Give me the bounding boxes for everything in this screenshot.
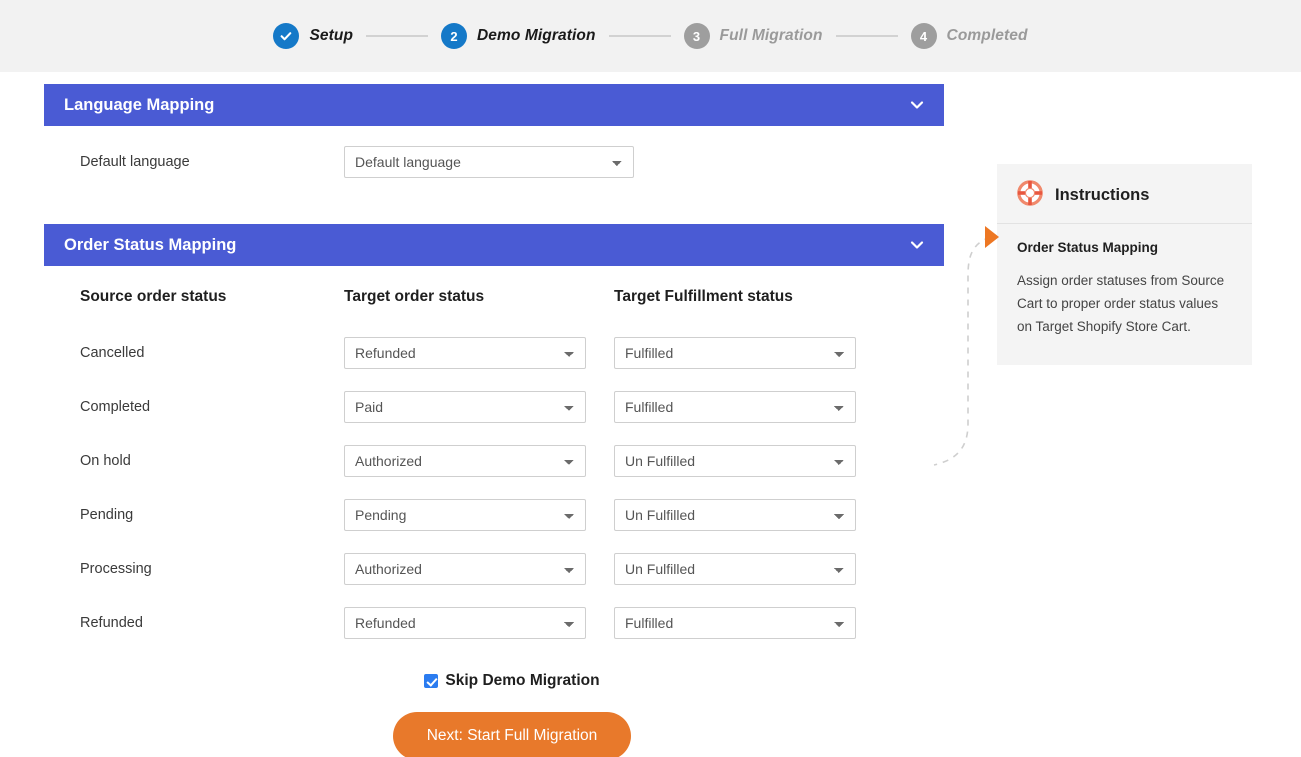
step-label-demo-migration: Demo Migration [477, 27, 596, 44]
default-language-select[interactable]: Default language [344, 146, 634, 178]
migration-page: Language Mapping Default language Defaul… [0, 72, 1301, 757]
target-order-status-select[interactable]: Authorized [344, 553, 586, 585]
step-marker-completed: 4 [910, 23, 937, 49]
target-order-status-select[interactable]: Pending [344, 499, 586, 531]
order-status-mapping-title: Order Status Mapping [64, 235, 237, 254]
target-order-status-select[interactable]: Authorized [344, 445, 586, 477]
target-order-status-select[interactable]: Refunded [344, 607, 586, 639]
target-fulfillment-status-select[interactable]: Fulfilled [614, 607, 856, 639]
target-fulfillment-status-select[interactable]: Fulfilled [614, 391, 856, 423]
language-mapping-title: Language Mapping [64, 95, 215, 114]
stepper-step-setup[interactable]: Setup [273, 23, 353, 49]
table-row: On hold Authorized Un Fulfilled [44, 434, 944, 488]
arrow-right-icon [985, 226, 999, 248]
step-marker-full-migration: 3 [683, 23, 710, 49]
step-label-completed: Completed [946, 27, 1028, 44]
step-connector-2 [608, 35, 671, 37]
order-status-mapping-header[interactable]: Order Status Mapping [44, 224, 944, 266]
language-mapping-header[interactable]: Language Mapping [44, 84, 944, 126]
source-status-label: Completed [80, 399, 151, 415]
step-connector-3 [835, 35, 898, 37]
chevron-down-icon[interactable] [908, 236, 926, 254]
stepper-steps: Setup 2 Demo Migration 3 Full Migration … [273, 23, 1027, 49]
stepper-step-demo-migration[interactable]: 2 Demo Migration [441, 23, 596, 49]
target-fulfillment-status-select[interactable]: Un Fulfilled [614, 553, 856, 585]
skip-demo-migration-row: Skip Demo Migration [80, 672, 944, 690]
table-row: Pending Pending Un Fulfilled [44, 488, 944, 542]
column-header-target-fulfillment: Target Fulfillment status [614, 288, 793, 305]
step-connector-1 [366, 35, 429, 37]
lifebuoy-icon [1017, 180, 1043, 211]
source-status-label: On hold [80, 453, 131, 469]
skip-demo-migration-label: Skip Demo Migration [445, 672, 600, 689]
target-fulfillment-status-select[interactable]: Un Fulfilled [614, 445, 856, 477]
instructions-text: Assign order statuses from Source Cart t… [1017, 273, 1225, 335]
order-status-mapping-table: Source order status Target order status … [44, 288, 944, 650]
next-start-full-migration-button[interactable]: Next: Start Full Migration [392, 712, 632, 757]
source-status-label: Cancelled [80, 345, 145, 361]
source-status-label: Pending [80, 507, 134, 523]
table-body: Cancelled Refunded Fulfilled Completed P… [44, 326, 944, 650]
target-fulfillment-status-select[interactable]: Un Fulfilled [614, 499, 856, 531]
target-fulfillment-status-select[interactable]: Fulfilled [614, 337, 856, 369]
step-label-full-migration: Full Migration [719, 27, 823, 44]
instructions-header: Instructions [997, 164, 1252, 224]
table-row: Cancelled Refunded Fulfilled [44, 326, 944, 380]
stepper-step-completed[interactable]: 4 Completed [910, 23, 1028, 49]
step-label-setup: Setup [309, 27, 354, 44]
column-header-target-order: Target order status [344, 288, 485, 305]
primary-action-row: Next: Start Full Migration [80, 712, 944, 757]
table-row: Refunded Refunded Fulfilled [44, 596, 944, 650]
stepper-step-full-migration[interactable]: 3 Full Migration [683, 23, 823, 49]
table-row: Completed Paid Fulfilled [44, 380, 944, 434]
target-order-status-select[interactable]: Paid [344, 391, 586, 423]
migration-form: Language Mapping Default language Defaul… [44, 84, 944, 757]
instructions-panel: Instructions Order Status Mapping Assign… [985, 164, 1252, 365]
chevron-down-icon[interactable] [908, 96, 926, 114]
source-status-label: Processing [80, 561, 152, 577]
table-header-row: Source order status Target order status … [44, 288, 944, 306]
table-row: Processing Authorized Un Fulfilled [44, 542, 944, 596]
skip-demo-migration-checkbox[interactable] [424, 674, 439, 688]
instructions-body: Order Status Mapping Assign order status… [985, 224, 1252, 365]
language-mapping-body: Default language Default language [44, 126, 944, 190]
step-marker-demo-migration: 2 [441, 23, 468, 49]
default-language-label: Default language [80, 154, 190, 170]
instructions-title: Instructions [1055, 186, 1150, 204]
source-status-label: Refunded [80, 615, 143, 631]
instructions-section-title: Order Status Mapping [1017, 240, 1159, 255]
target-order-status-select[interactable]: Refunded [344, 337, 586, 369]
step-marker-setup [273, 23, 300, 49]
column-header-source: Source order status [80, 288, 227, 305]
migration-stepper: Setup 2 Demo Migration 3 Full Migration … [0, 0, 1301, 72]
